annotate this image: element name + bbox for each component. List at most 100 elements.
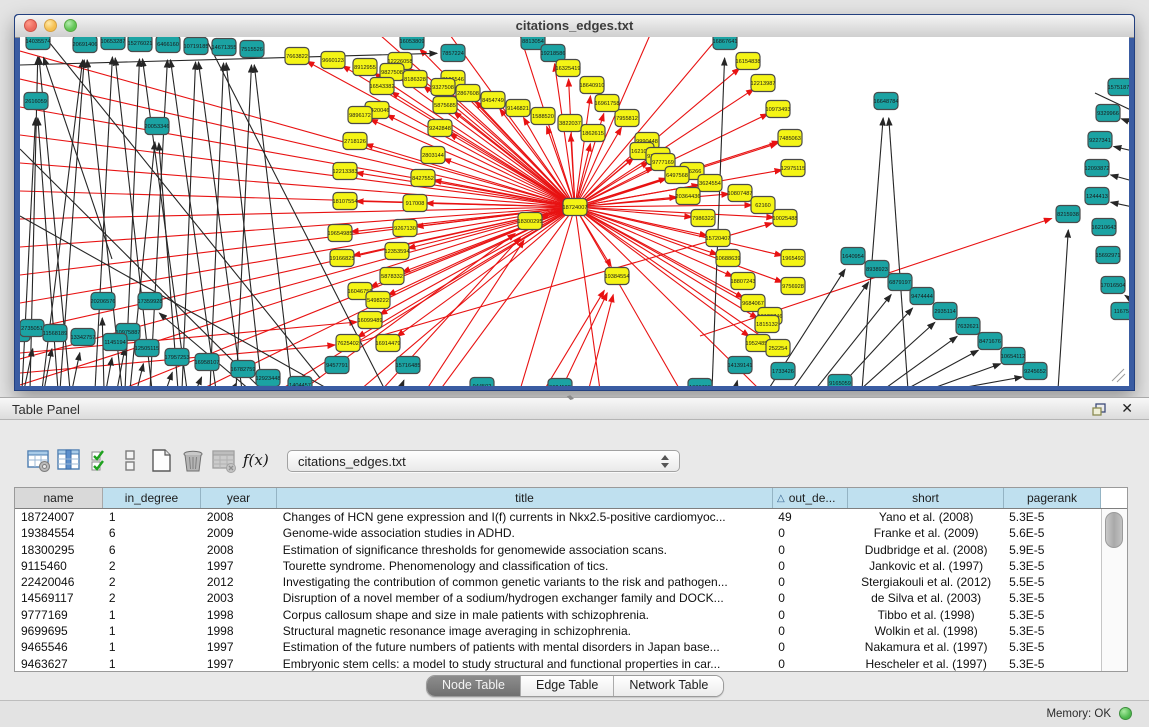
float-panel-icon[interactable] — [1091, 402, 1107, 418]
column-header-in_degree[interactable]: in_degree — [103, 488, 201, 508]
table-mode-button[interactable] — [26, 448, 52, 474]
column-header-year[interactable]: year — [201, 488, 277, 508]
edge[interactable] — [1111, 202, 1129, 207]
graph-node[interactable]: 944502 — [470, 378, 494, 387]
cell-year[interactable]: 2012 — [201, 574, 277, 590]
cell-name[interactable]: 9465546 — [15, 639, 103, 655]
citation-edge[interactable] — [575, 205, 752, 207]
cell-title[interactable]: Estimation of significance thresholds fo… — [277, 542, 773, 558]
column-header-short[interactable]: short — [848, 488, 1004, 508]
cell-out_de[interactable]: 0 — [772, 590, 847, 606]
graph-node[interactable]: 16154838 — [736, 53, 761, 70]
graph-node[interactable]: 13342757 — [71, 329, 96, 346]
cell-year[interactable]: 1998 — [201, 607, 277, 623]
graph-node[interactable]: 1965492 — [781, 250, 805, 267]
graph-node[interactable]: 1815132 — [755, 316, 779, 333]
graph-node[interactable]: 16325419 — [556, 60, 581, 77]
graph-node[interactable]: 16648784 — [874, 93, 899, 110]
graph-node[interactable]: 1145194 — [103, 334, 127, 351]
citation-edge[interactable] — [588, 295, 613, 386]
cell-title[interactable]: Investigating the contribution of common… — [277, 574, 773, 590]
edge[interactable] — [254, 65, 292, 386]
graph-node[interactable]: 9242848 — [428, 120, 452, 137]
graph-node[interactable]: 10973493 — [766, 101, 791, 118]
graph-node[interactable]: 9165059 — [828, 375, 852, 387]
graph-node[interactable]: 18300295 — [518, 213, 543, 230]
graph-node[interactable]: 2935114 — [933, 303, 957, 320]
network-window[interactable]: citations_edges.txt 14035574206914061065… — [14, 14, 1135, 391]
cell-year[interactable]: 1997 — [201, 639, 277, 655]
cell-year[interactable]: 1997 — [201, 656, 277, 671]
edge[interactable] — [102, 318, 104, 386]
cell-name[interactable]: 22420046 — [15, 574, 103, 590]
graph-node[interactable]: 14139141 — [728, 357, 753, 374]
cell-out_de[interactable]: 0 — [772, 542, 847, 558]
close-panel-icon[interactable]: ✕ — [1121, 400, 1133, 417]
graph-node[interactable]: 9457791 — [325, 357, 349, 374]
cell-short[interactable]: Franke et al. (2009) — [847, 525, 1003, 541]
graph-node[interactable]: 16210643 — [1092, 219, 1117, 236]
cell-in_degree[interactable]: 2 — [103, 590, 201, 606]
cell-pagerank[interactable]: 5.3E-5 — [1003, 590, 1100, 606]
cell-in_degree[interactable]: 1 — [103, 623, 201, 639]
cell-out_de[interactable]: 49 — [772, 509, 847, 525]
citation-edge[interactable] — [543, 290, 604, 386]
cell-pagerank[interactable]: 5.3E-5 — [1003, 656, 1100, 671]
cell-name[interactable]: 14569117 — [15, 590, 103, 606]
graph-node[interactable]: 1244413 — [1085, 188, 1109, 205]
graph-node[interactable]: 9227341 — [1088, 132, 1112, 149]
graph-node[interactable]: 20364436 — [676, 188, 701, 205]
graph-node[interactable]: 19654985 — [328, 225, 353, 242]
edge[interactable] — [24, 349, 33, 386]
graph-node[interactable]: 1588520 — [531, 108, 555, 125]
graph-node[interactable]: 10653287 — [101, 37, 126, 50]
create-column-button[interactable] — [149, 448, 175, 474]
cell-short[interactable]: Yano et al. (2008) — [847, 509, 1003, 525]
cell-pagerank[interactable]: 5.9E-5 — [1003, 542, 1100, 558]
memory-status-icon[interactable] — [1119, 707, 1132, 720]
graph-node[interactable]: 7857224 — [441, 45, 465, 62]
cell-out_de[interactable]: 0 — [772, 623, 847, 639]
edge[interactable] — [735, 381, 737, 386]
graph-node[interactable]: 15716485 — [396, 357, 421, 374]
delete-table-button[interactable] — [211, 448, 237, 474]
graph-node[interactable]: 9245652 — [1023, 363, 1047, 380]
graph-node[interactable]: 9146821 — [506, 100, 530, 117]
table-row[interactable]: 1872400712008Changes of HCN gene express… — [15, 509, 1100, 525]
graph-node[interactable]: 12975115 — [781, 160, 805, 177]
edge[interactable] — [1114, 146, 1129, 151]
cell-title[interactable]: Changes of HCN gene expression and I(f) … — [277, 509, 773, 525]
graph-node[interactable]: 9474444 — [910, 288, 934, 305]
cell-short[interactable]: Jankovic et al. (1997) — [847, 558, 1003, 574]
window-titlebar[interactable]: citations_edges.txt — [15, 15, 1134, 38]
graph-node[interactable]: 9329966 — [1096, 105, 1120, 122]
cell-pagerank[interactable]: 5.3E-5 — [1003, 558, 1100, 574]
edge[interactable] — [883, 336, 957, 386]
edge[interactable] — [400, 380, 404, 386]
citation-edge[interactable] — [20, 163, 575, 207]
graph-node[interactable]: 15720407 — [706, 230, 731, 247]
table-panel-header[interactable]: Table Panel ▰ ✕ — [0, 397, 1149, 420]
graph-node[interactable]: 9624502 — [548, 379, 572, 387]
graph-node[interactable]: 16961758 — [595, 95, 620, 112]
table-body[interactable]: 1872400712008Changes of HCN gene express… — [15, 509, 1100, 671]
edge[interactable] — [905, 350, 978, 386]
tab-network-table[interactable]: Network Table — [614, 676, 723, 696]
graph-node[interactable]: 2867608 — [456, 85, 480, 102]
cell-short[interactable]: Dudbridge et al. (2008) — [847, 542, 1003, 558]
graph-node[interactable]: 12923448 — [256, 370, 281, 387]
cell-in_degree[interactable]: 2 — [103, 574, 201, 590]
graph-node[interactable]: 15692971 — [1096, 247, 1121, 264]
graph-node[interactable]: 5498222 — [366, 292, 390, 309]
cell-out_de[interactable]: 0 — [772, 574, 847, 590]
graph-node[interactable]: 5875685 — [433, 97, 457, 114]
table-row[interactable]: 1938455462009Genome-wide association stu… — [15, 525, 1100, 541]
cell-short[interactable]: Wolkin et al. (1998) — [847, 623, 1003, 639]
graph-node[interactable]: 10688639 — [716, 250, 741, 267]
graph-node[interactable]: 2735051 — [20, 320, 44, 337]
graph-node[interactable]: 1404457 — [288, 377, 312, 387]
graph-node[interactable]: 8215938 — [1056, 206, 1080, 223]
row-select-button[interactable] — [90, 448, 110, 474]
graph-node[interactable]: 9756928 — [781, 278, 805, 295]
edge[interactable] — [889, 118, 908, 386]
